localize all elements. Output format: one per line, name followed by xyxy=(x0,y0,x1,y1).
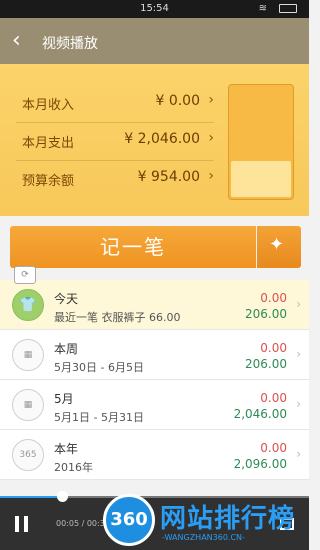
status-bar: 15:54 ≋ xyxy=(0,0,309,18)
magic-wand-button[interactable]: ✦ xyxy=(257,226,301,268)
period-subtitle: 5月1日 - 5月31日 xyxy=(54,411,144,424)
list-item-today[interactable]: 👕 今天 最近一笔 衣服裤子 66.00 0.00 206.00 › xyxy=(0,280,309,330)
sync-status-icon[interactable]: ⟳ xyxy=(14,266,36,284)
period-title: 本年 xyxy=(54,442,79,456)
budget-gauge-fill xyxy=(231,160,291,197)
overlay-title: 视频播放 xyxy=(42,36,98,52)
back-icon[interactable]: ‹ xyxy=(12,30,26,52)
period-subtitle: 5月30日 - 6月5日 xyxy=(54,361,144,374)
monthly-expense-value: ¥ 2,046.00 xyxy=(124,131,200,147)
period-expense: 0.00 xyxy=(260,391,287,405)
record-button[interactable]: 记一笔 xyxy=(10,226,256,268)
budget-gauge[interactable] xyxy=(228,84,294,200)
period-expense: 0.00 xyxy=(260,341,287,355)
period-subtitle: 2016年 xyxy=(54,461,93,474)
period-income: 206.00 xyxy=(245,307,287,321)
monthly-income-value: ¥ 0.00 xyxy=(155,93,200,109)
calendar-month-icon: ▦ xyxy=(12,389,44,421)
play-time: 00:05 / 00:30 xyxy=(56,519,110,528)
budget-balance-label: 预算余额 xyxy=(22,174,75,189)
monthly-expense-row[interactable]: 本月支出 ¥ 2,046.00 › xyxy=(0,122,220,160)
watermark-logo: 360 xyxy=(103,494,155,546)
chevron-right-icon: › xyxy=(208,92,214,108)
battery-icon xyxy=(279,4,297,13)
monthly-income-label: 本月收入 xyxy=(22,98,75,113)
period-expense: 0.00 xyxy=(260,441,287,455)
calendar-week-icon: ▦ xyxy=(12,339,44,371)
chevron-right-icon: › xyxy=(208,130,214,146)
period-income: 206.00 xyxy=(245,357,287,371)
chevron-right-icon: › xyxy=(296,447,301,461)
shirt-icon: 👕 xyxy=(12,289,44,321)
chevron-right-icon: › xyxy=(208,168,214,184)
chevron-right-icon: › xyxy=(296,347,301,361)
period-income: 2,096.00 xyxy=(233,457,287,471)
calendar-year-icon: 365 xyxy=(12,439,44,471)
watermark-url: -WANGZHAN360.CN- xyxy=(162,533,245,542)
period-title: 5月 xyxy=(54,392,74,406)
progress-fill xyxy=(0,496,59,498)
progress-knob[interactable] xyxy=(57,491,68,502)
period-subtitle: 最近一笔 衣服裤子 66.00 xyxy=(54,311,181,324)
budget-balance-row[interactable]: 预算余额 ¥ 954.00 › xyxy=(0,160,220,198)
period-title: 今天 xyxy=(54,292,79,306)
chevron-right-icon: › xyxy=(296,297,301,311)
list-item-week[interactable]: ▦ 本周 5月30日 - 6月5日 0.00 206.00 › xyxy=(0,330,309,380)
list-item-month[interactable]: ▦ 5月 5月1日 - 5月31日 0.00 2,046.00 › xyxy=(0,380,309,430)
period-title: 本周 xyxy=(54,342,79,356)
period-income: 2,046.00 xyxy=(233,407,287,421)
monthly-income-row[interactable]: 本月收入 ¥ 0.00 › xyxy=(0,84,220,122)
chevron-right-icon: › xyxy=(296,397,301,411)
budget-balance-value: ¥ 954.00 xyxy=(137,169,200,185)
pause-icon[interactable] xyxy=(15,516,29,532)
magic-wand-icon: ✦ xyxy=(269,234,285,255)
monthly-expense-label: 本月支出 xyxy=(22,136,75,151)
period-expense: 0.00 xyxy=(260,291,287,305)
wifi-icon: ≋ xyxy=(258,3,267,14)
list-item-year[interactable]: 365 本年 2016年 0.00 2,096.00 › xyxy=(0,430,309,480)
watermark-text: 网站排行榜 xyxy=(160,504,296,534)
